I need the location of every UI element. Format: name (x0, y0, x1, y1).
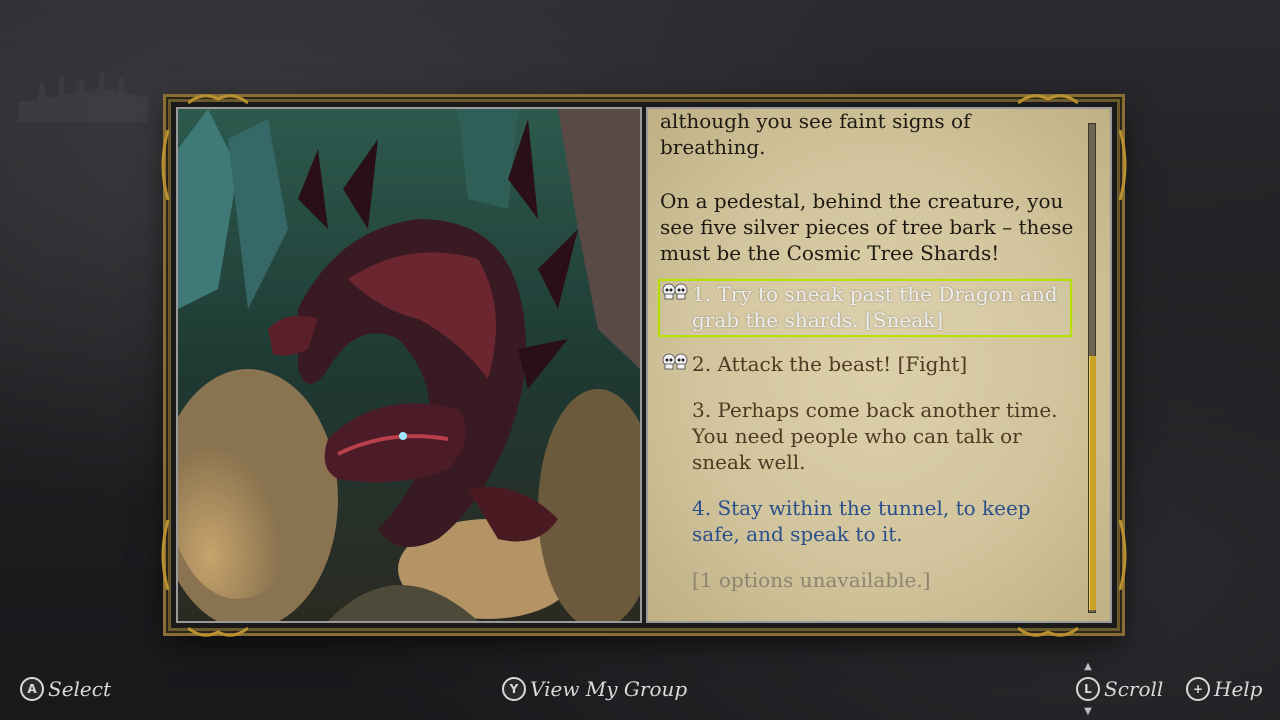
option-stay-tunnel[interactable]: 4. Stay within the tunnel, to keep safe,… (660, 495, 1070, 547)
view-group-label: View My Group (530, 677, 688, 701)
ornament-icon (1018, 626, 1078, 637)
dragon-illustration (176, 107, 642, 623)
plus-button-icon: + (1186, 677, 1210, 701)
help-label: Help (1214, 677, 1263, 701)
scrollbar-thumb[interactable] (1089, 356, 1096, 610)
option-come-back[interactable]: 3. Perhaps come back another time. You n… (660, 397, 1070, 475)
ornament-icon (161, 130, 170, 200)
story-text-panel: although you see faint signs of breathin… (646, 107, 1112, 623)
a-button-icon: A (20, 677, 44, 701)
skull-pair-icon (662, 353, 688, 370)
option-label: 1. Try to sneak past the Dragon and grab… (692, 282, 1058, 332)
ornament-icon (161, 520, 170, 590)
story-paragraph: On a pedestal, behind the creature, you … (660, 189, 1074, 265)
l-stick-icon: ▲ L ▼ (1076, 661, 1100, 717)
help-control[interactable]: + Help (1186, 675, 1262, 703)
select-control[interactable]: A Select (20, 675, 111, 703)
view-group-control[interactable]: Y View My Group (502, 675, 687, 703)
options-unavailable-note: [1 options unavailable.] (660, 567, 1070, 593)
arrow-up-icon: ▲ (1084, 661, 1092, 672)
skull-pair-icon (662, 283, 688, 300)
story-paragraph: although you see faint signs of breathin… (660, 109, 971, 159)
option-label: [1 options unavailable.] (692, 568, 931, 592)
l-button-letter: L (1084, 682, 1092, 696)
ornament-icon (1118, 130, 1127, 200)
scroll-control[interactable]: ▲ L ▼ Scroll (1076, 661, 1164, 717)
option-label: 2. Attack the beast! [Fight] (692, 352, 968, 376)
ornament-icon (1118, 520, 1127, 590)
arrow-down-icon: ▼ (1084, 706, 1092, 717)
y-button-icon: Y (502, 677, 526, 701)
ruin-silhouette (18, 72, 148, 122)
option-fight[interactable]: 2. Attack the beast! [Fight] (660, 351, 1070, 377)
option-label: 4. Stay within the tunnel, to keep safe,… (692, 496, 1031, 546)
option-sneak[interactable]: 1. Try to sneak past the Dragon and grab… (658, 279, 1072, 337)
select-label: Select (48, 677, 112, 701)
game-screen: although you see faint signs of breathin… (0, 0, 1280, 720)
option-label: 3. Perhaps come back another time. You n… (692, 398, 1058, 474)
scroll-label: Scroll (1104, 677, 1164, 701)
story-scrollbar[interactable] (1088, 123, 1096, 613)
ornament-icon (188, 626, 248, 637)
